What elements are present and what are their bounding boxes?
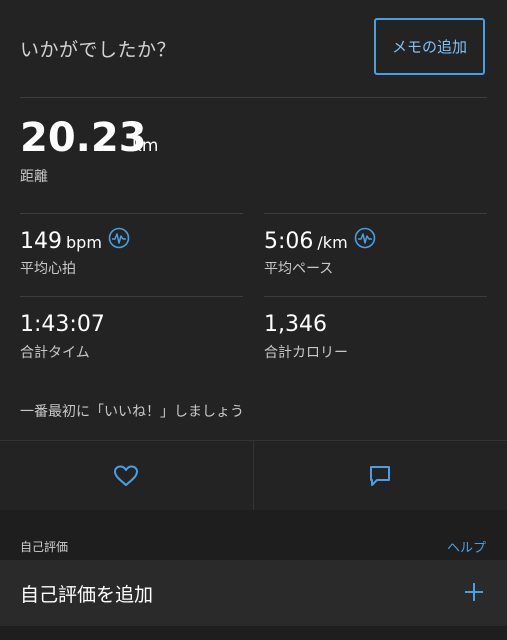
avg-heart-rate-unit: bpm	[66, 233, 102, 252]
self-evaluation-section-title: 自己評価	[20, 540, 69, 554]
avg-heart-rate: 149 bpm	[20, 229, 102, 256]
total-time-label: 合計タイム	[20, 345, 90, 361]
pace-chart-icon[interactable]	[354, 227, 376, 249]
divider	[264, 213, 487, 214]
avg-heart-rate-label: 平均心拍	[20, 261, 76, 277]
total-calories-label: 合計カロリー	[264, 345, 348, 361]
divider	[20, 213, 243, 214]
add-memo-button[interactable]: メモの追加	[374, 18, 485, 75]
distance-value: 20.23	[20, 115, 147, 161]
add-self-evaluation-label: 自己評価を追加	[20, 584, 154, 606]
distance-unit: km	[132, 136, 159, 156]
help-link[interactable]: ヘルプ	[447, 537, 486, 556]
divider	[264, 296, 487, 297]
total-calories-value: 1,346	[264, 312, 327, 337]
feedback-question: いかがでしたか？	[20, 39, 177, 61]
avg-pace-value: 5:06	[264, 229, 314, 254]
avg-heart-rate-value: 149	[20, 229, 62, 254]
avg-pace-label: 平均ペース	[264, 261, 334, 277]
heart-rate-chart-icon[interactable]	[108, 227, 130, 249]
plus-icon[interactable]	[463, 581, 485, 603]
like-heart-icon[interactable]	[112, 462, 140, 490]
total-time-value: 1:43:07	[20, 312, 105, 337]
avg-pace-unit: /km	[317, 233, 348, 252]
divider	[20, 97, 487, 98]
avg-pace: 5:06/km	[264, 229, 348, 256]
action-divider	[253, 440, 254, 510]
distance-label: 距離	[20, 169, 48, 185]
first-like-prompt: 一番最初に「いいね！」しましょう	[20, 404, 244, 420]
divider	[20, 296, 243, 297]
comment-icon[interactable]	[366, 462, 394, 490]
